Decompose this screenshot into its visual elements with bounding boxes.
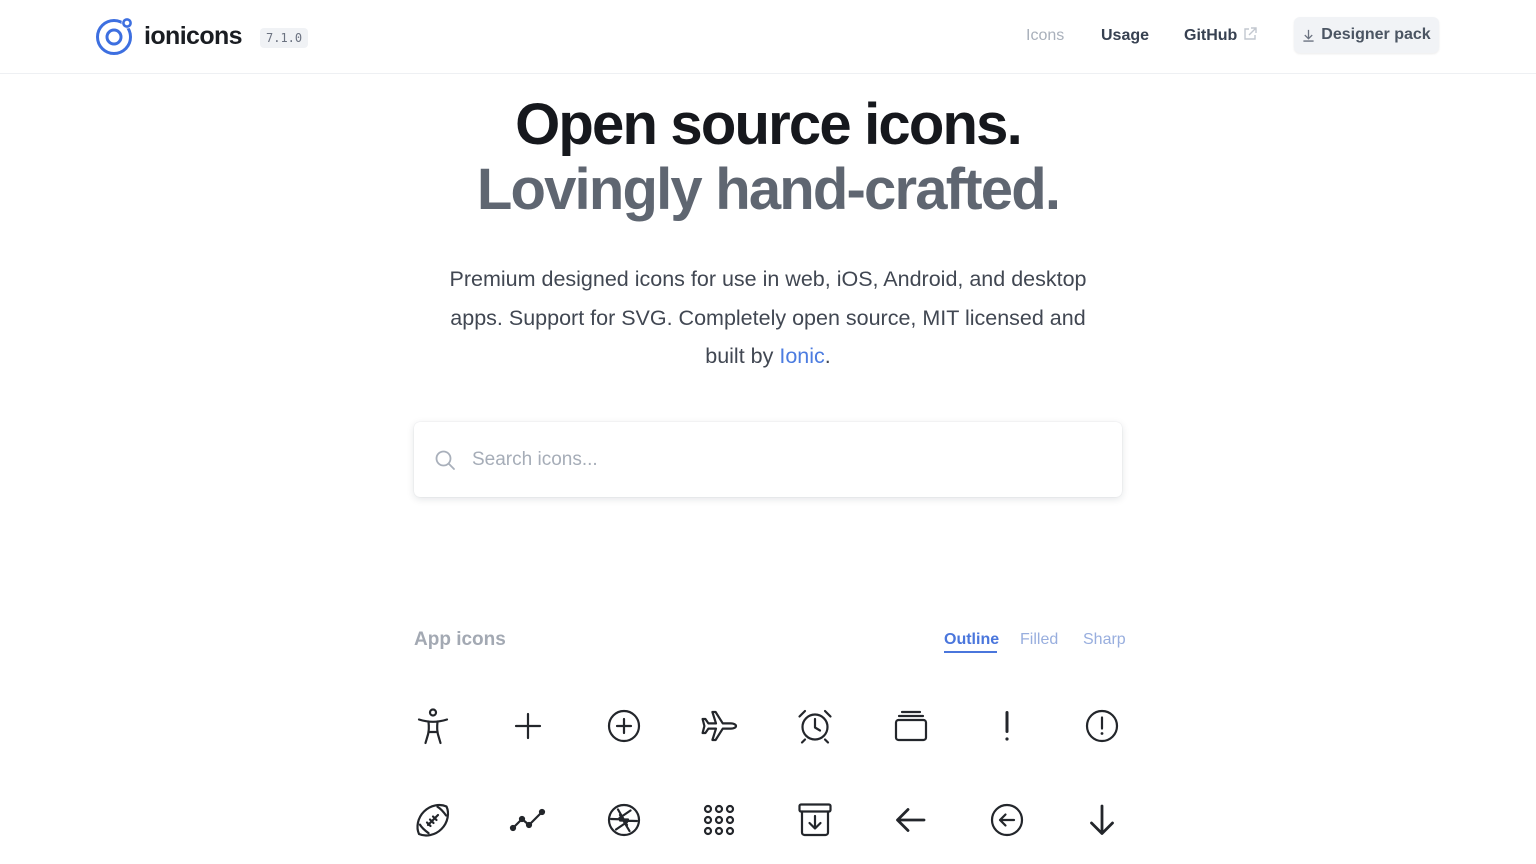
search-input[interactable] bbox=[472, 440, 1092, 480]
icon-cell-arrow-down[interactable] bbox=[1082, 800, 1122, 840]
designer-pack-label: Designer pack bbox=[1321, 26, 1431, 43]
top-header: ionicons 7.1.0 Icons Usage GitHub Design… bbox=[0, 0, 1536, 74]
icon-cell-american-football[interactable] bbox=[413, 800, 453, 840]
icon-cell-airplane[interactable] bbox=[699, 706, 739, 746]
apps-icon bbox=[703, 804, 735, 836]
accessibility-outline-icon bbox=[417, 708, 449, 745]
icon-cell-alarm[interactable] bbox=[795, 706, 835, 746]
arrow-back-icon bbox=[896, 808, 926, 832]
hero-tagline: Lovingly hand-crafted. bbox=[476, 157, 1061, 222]
ionic-link[interactable]: Ionic bbox=[779, 344, 824, 368]
alert-circle-outline-icon bbox=[1085, 709, 1119, 743]
download-icon bbox=[1303, 29, 1314, 42]
icon-cell-arrow-back-circle[interactable] bbox=[987, 800, 1027, 840]
hero-title: Open source icons. bbox=[515, 92, 1023, 157]
icon-cell-apps[interactable] bbox=[699, 800, 739, 840]
tab-sharp[interactable]: Sharp bbox=[1083, 630, 1126, 650]
icon-cell-accessibility[interactable] bbox=[413, 706, 453, 746]
tab-filled[interactable]: Filled bbox=[1020, 630, 1058, 650]
icon-cell-aperture[interactable] bbox=[604, 800, 644, 840]
icon-cell-albums[interactable] bbox=[891, 706, 931, 746]
ionicons-logo-icon[interactable] bbox=[95, 16, 135, 56]
airplane-outline-icon bbox=[701, 710, 738, 742]
add-circle-outline-icon bbox=[607, 709, 641, 743]
hero-subtitle-end: . bbox=[824, 344, 831, 368]
section-title: App icons bbox=[414, 629, 506, 650]
brand-name[interactable]: ionicons bbox=[144, 20, 243, 52]
albums-outline-icon bbox=[894, 710, 928, 742]
nav-usage-link[interactable]: Usage bbox=[1101, 26, 1149, 46]
icon-cell-alert-circle[interactable] bbox=[1082, 706, 1122, 746]
external-link-icon bbox=[1244, 27, 1257, 40]
designer-pack-button[interactable]: Designer pack bbox=[1294, 17, 1439, 53]
american-football-outline-icon bbox=[416, 803, 450, 837]
icon-cell-add-circle[interactable] bbox=[604, 706, 644, 746]
search-icon bbox=[435, 450, 455, 470]
add-icon bbox=[514, 712, 542, 740]
active-tab-indicator bbox=[944, 651, 997, 653]
alarm-outline-icon bbox=[798, 709, 832, 744]
analytics-icon bbox=[509, 808, 546, 832]
icon-cell-archive[interactable] bbox=[795, 800, 835, 840]
alert-icon bbox=[1005, 711, 1009, 741]
hero-subtitle-text: Premium designed icons for use in web, i… bbox=[449, 267, 1087, 368]
arrow-down-icon bbox=[1090, 804, 1114, 835]
archive-outline-icon bbox=[798, 803, 832, 837]
nav-icons-link[interactable]: Icons bbox=[1026, 26, 1064, 46]
version-badge: 7.1.0 bbox=[260, 28, 309, 48]
icon-cell-analytics[interactable] bbox=[508, 800, 548, 840]
tab-outline[interactable]: Outline bbox=[944, 630, 999, 650]
icon-cell-add[interactable] bbox=[508, 706, 548, 746]
nav-github-link[interactable]: GitHub bbox=[1184, 26, 1237, 46]
search-box[interactable] bbox=[414, 422, 1122, 497]
icon-cell-arrow-back[interactable] bbox=[891, 800, 931, 840]
arrow-back-circle-outline-icon bbox=[990, 803, 1024, 837]
hero-subtitle: Premium designed icons for use in web, i… bbox=[440, 260, 1096, 376]
icon-cell-alert[interactable] bbox=[987, 706, 1027, 746]
aperture-outline-icon bbox=[607, 803, 641, 837]
